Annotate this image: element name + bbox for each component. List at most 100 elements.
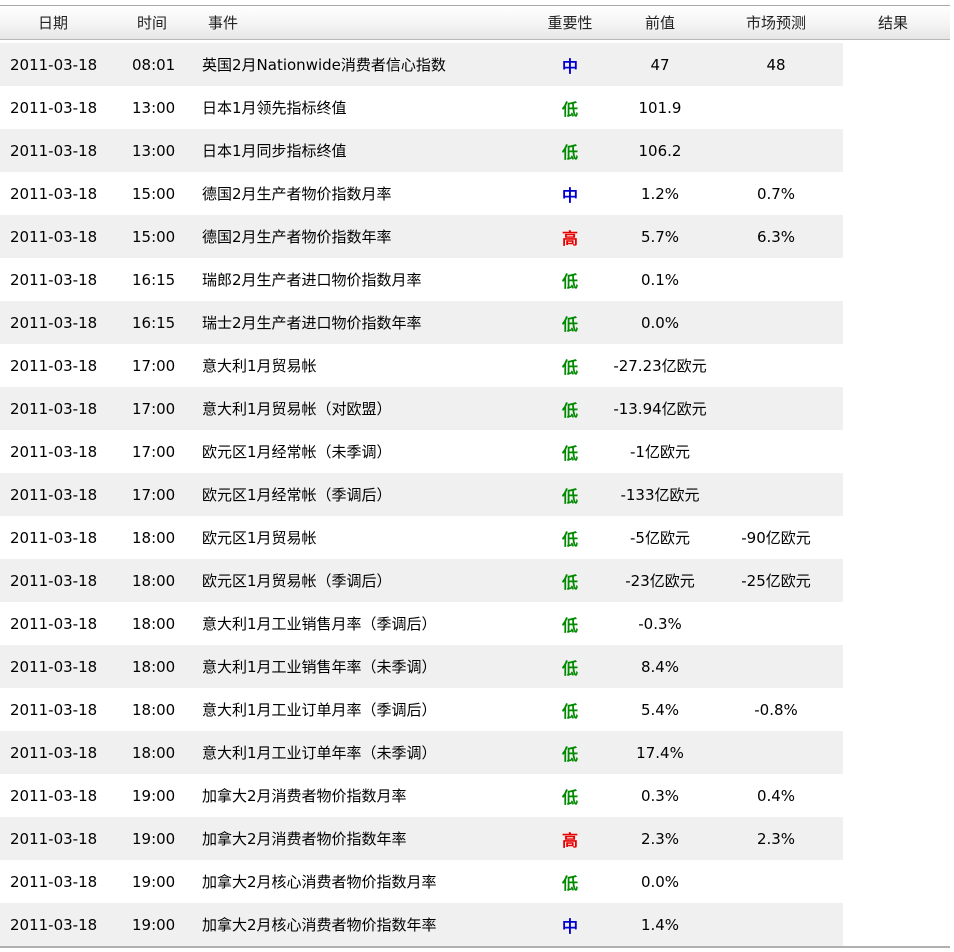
row-time: 13:00 [132, 98, 176, 117]
row-forecast [716, 860, 836, 903]
row-previous: 0.1% [640, 270, 680, 289]
row-time: 17:00 [132, 485, 176, 504]
row-result [843, 86, 943, 129]
row-date: 2011-03-18 [10, 829, 98, 848]
row-result [843, 258, 943, 301]
row-date: 2011-03-18 [10, 227, 98, 246]
table-row: 2011-03-18 18:00 意大利1月工业订单年率（未季调） 低 17.4% [0, 731, 843, 774]
row-previous: 17.4% [636, 743, 684, 762]
row-result [843, 129, 943, 172]
row-event: 瑞郎2月生产者进口物价指数月率 [202, 271, 422, 289]
row-result [843, 731, 943, 774]
row-importance: 低 [561, 873, 578, 893]
row-forecast [716, 344, 836, 387]
row-date: 2011-03-18 [10, 313, 98, 332]
row-previous: 101.9 [638, 98, 682, 117]
header-previous: 前值 [644, 14, 675, 32]
table-row: 2011-03-18 13:00 日本1月领先指标终值 低 101.9 [0, 86, 843, 129]
row-event: 欧元区1月经常帐（季调后） [202, 486, 392, 504]
table-row: 2011-03-18 13:00 日本1月同步指标终值 低 106.2 [0, 129, 843, 172]
row-importance: 低 [561, 486, 578, 506]
header-event: 事件 [208, 14, 239, 32]
row-previous: 1.2% [640, 184, 680, 203]
row-forecast: 0.7% [756, 184, 796, 203]
row-result [843, 430, 943, 473]
row-event: 意大利1月工业订单年率（未季调） [202, 744, 437, 762]
row-event: 德国2月生产者物价指数月率 [202, 185, 392, 203]
row-time: 19:00 [132, 915, 176, 934]
header-importance: 重要性 [547, 14, 593, 32]
table-row: 2011-03-18 17:00 欧元区1月经常帐（未季调） 低 -1亿欧元 [0, 430, 843, 473]
economic-calendar: 日期 时间 事件 重要性 前值 市场预测 结果 2011-03-18 08:01 英… [0, 0, 954, 952]
row-forecast [716, 731, 836, 774]
row-time: 15:00 [132, 227, 176, 246]
row-previous: 0.3% [640, 786, 680, 805]
table-row: 2011-03-18 18:00 意大利1月工业销售月率（季调后） 低 -0.3% [0, 602, 843, 645]
row-event: 瑞士2月生产者进口物价指数年率 [202, 314, 422, 332]
row-time: 19:00 [132, 786, 176, 805]
row-forecast: 6.3% [756, 227, 796, 246]
row-result [843, 473, 943, 516]
row-result [843, 516, 943, 559]
row-importance: 低 [561, 701, 578, 721]
row-time: 16:15 [132, 270, 176, 289]
row-event: 欧元区1月贸易帐（季调后） [202, 572, 392, 590]
row-importance: 低 [561, 529, 578, 549]
row-importance: 高 [561, 830, 578, 850]
row-importance: 低 [561, 615, 578, 635]
row-date: 2011-03-18 [10, 55, 98, 74]
row-result [843, 860, 943, 903]
row-date: 2011-03-18 [10, 485, 98, 504]
row-date: 2011-03-18 [10, 141, 98, 160]
row-importance: 低 [561, 314, 578, 334]
row-result [843, 645, 943, 688]
row-event: 加拿大2月消费者物价指数年率 [202, 830, 407, 848]
header-forecast: 市场预测 [745, 14, 806, 32]
row-forecast [716, 258, 836, 301]
row-time: 15:00 [132, 184, 176, 203]
row-event: 加拿大2月核心消费者物价指数月率 [202, 873, 437, 891]
header-result: 结果 [877, 14, 908, 32]
row-time: 18:00 [132, 657, 176, 676]
row-date: 2011-03-18 [10, 743, 98, 762]
row-date: 2011-03-18 [10, 571, 98, 590]
row-forecast: -90亿欧元 [741, 529, 811, 547]
row-date: 2011-03-18 [10, 184, 98, 203]
row-importance: 低 [561, 443, 578, 463]
row-time: 17:00 [132, 442, 176, 461]
row-importance: 低 [561, 142, 578, 162]
row-date: 2011-03-18 [10, 872, 98, 891]
row-importance: 中 [561, 185, 578, 205]
row-previous: 0.0% [640, 872, 680, 891]
row-date: 2011-03-18 [10, 915, 98, 934]
row-date: 2011-03-18 [10, 356, 98, 375]
row-previous: -13.94亿欧元 [613, 400, 707, 418]
row-time: 18:00 [132, 571, 176, 590]
row-time: 17:00 [132, 356, 176, 375]
table-row: 2011-03-18 19:00 加拿大2月消费者物价指数年率 高 2.3% 2.3% [0, 817, 843, 860]
row-previous: 5.4% [640, 700, 680, 719]
row-event: 加拿大2月消费者物价指数月率 [202, 787, 407, 805]
row-result [843, 903, 943, 946]
row-importance: 中 [561, 916, 578, 936]
row-time: 18:00 [132, 614, 176, 633]
row-event: 意大利1月贸易帐（对欧盟） [202, 400, 392, 418]
row-forecast: 0.4% [756, 786, 796, 805]
row-forecast [716, 86, 836, 129]
row-previous: 5.7% [640, 227, 680, 246]
row-importance: 中 [561, 56, 578, 76]
row-importance: 低 [561, 271, 578, 291]
table-row: 2011-03-18 19:00 加拿大2月消费者物价指数月率 低 0.3% 0.4% [0, 774, 843, 817]
row-event: 英国2月Nationwide消费者信心指数 [202, 56, 446, 74]
row-forecast [716, 903, 836, 946]
row-event: 日本1月同步指标终值 [202, 142, 347, 160]
table-row: 2011-03-18 17:00 意大利1月贸易帐 低 -27.23亿欧元 [0, 344, 843, 387]
row-forecast [716, 602, 836, 645]
row-forecast [716, 387, 836, 430]
row-result [843, 43, 943, 86]
row-result [843, 301, 943, 344]
table-row: 2011-03-18 18:00 欧元区1月贸易帐（季调后） 低 -23亿欧元 -25亿欧… [0, 559, 843, 602]
row-forecast [716, 645, 836, 688]
table-row: 2011-03-18 19:00 加拿大2月核心消费者物价指数月率 低 0.0% [0, 860, 843, 903]
row-date: 2011-03-18 [10, 270, 98, 289]
